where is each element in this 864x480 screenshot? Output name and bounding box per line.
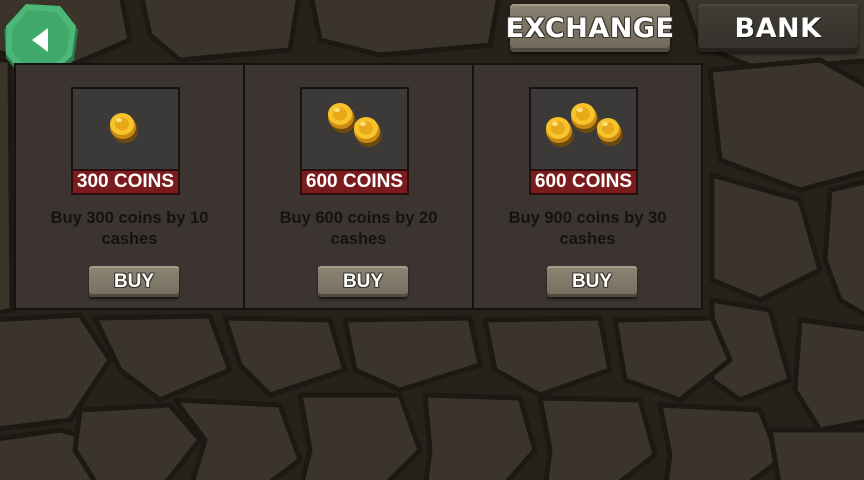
shop-card-900: 600 COINS Buy 900 coins by 30 cashes BUY [472,63,703,310]
tab-exchange[interactable]: EXCHANGE [506,4,674,52]
game-screen: EXCHANGE BANK 300 COINS Buy 300 coins by… [0,0,864,480]
offer-description: Buy 300 coins by 10 cashes [50,209,209,248]
shop-card-300: 300 COINS Buy 300 coins by 10 cashes BUY [14,63,245,310]
buy-button[interactable]: BUY [89,266,179,297]
buy-button[interactable]: BUY [318,266,408,297]
coin-stack-icon [529,87,638,171]
tab-bank[interactable]: BANK [698,4,858,52]
shop-panel: 300 COINS Buy 300 coins by 10 cashes BUY [14,63,705,310]
coin-amount-label: 600 COINS [300,169,409,195]
shop-card-600: 600 COINS Buy 600 coins by 20 cashes BUY [243,63,474,310]
coin-stack-icon [71,87,180,171]
coin-amount-label: 300 COINS [71,169,180,195]
buy-button[interactable]: BUY [547,266,637,297]
offer-description: Buy 900 coins by 30 cashes [508,209,667,248]
offer-description: Buy 600 coins by 20 cashes [279,209,438,248]
coin-stack-icon [300,87,409,171]
coin-amount-label: 600 COINS [529,169,638,195]
